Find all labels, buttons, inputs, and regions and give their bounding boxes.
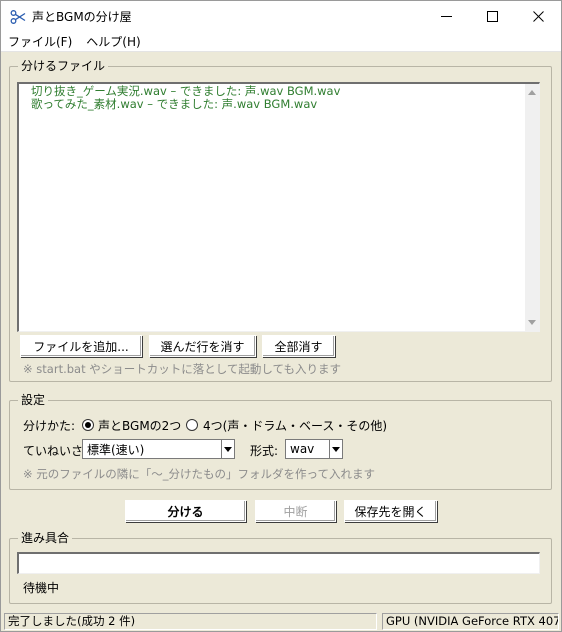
window-title: 声とBGMの分け屋	[32, 10, 132, 24]
settings-group: 設定 分けかた: 声とBGMの2つ 4つ(声・ドラム・ベース・その他) ていねい…	[9, 393, 552, 490]
status-bar: 完了しました(成功 2 件) GPU (NVIDIA GeForce RTX 4…	[1, 612, 561, 631]
split-two-radio[interactable]	[82, 419, 94, 431]
main-window: 声とBGMの分け屋 ファイル(F) ヘルプ(H) 分けるファイル 切り抜き_ゲー…	[0, 0, 562, 632]
menu-help[interactable]: ヘルプ(H)	[79, 33, 147, 50]
close-button[interactable]	[515, 1, 561, 32]
menu-bar: ファイル(F) ヘルプ(H)	[1, 32, 561, 52]
split-four-label[interactable]: 4つ(声・ドラム・ベース・その他)	[203, 417, 387, 434]
minimize-button[interactable]	[423, 1, 469, 32]
maximize-button[interactable]	[469, 1, 515, 32]
file-list[interactable]: 切り抜き_ゲーム実況.wav – できました: 声.wav BGM.wav 歌っ…	[17, 82, 540, 332]
split-four-radio[interactable]	[186, 419, 198, 431]
file-list-scrollbar[interactable]	[525, 84, 539, 331]
progress-group: 進み具合 待機中	[9, 531, 552, 604]
quality-label: ていねいさ:	[23, 444, 88, 458]
split-button[interactable]: 分ける	[125, 500, 246, 522]
app-scissors-icon	[10, 9, 26, 24]
format-select[interactable]: wav	[285, 439, 343, 459]
scroll-down-arrow-icon[interactable]	[527, 317, 537, 327]
format-select-value: wav	[290, 442, 315, 456]
file-list-item[interactable]: 歌ってみた_素材.wav – できました: 声.wav BGM.wav	[31, 98, 340, 111]
menu-file[interactable]: ファイル(F)	[1, 33, 79, 50]
close-icon	[532, 11, 544, 22]
progress-status: 待機中	[23, 581, 60, 595]
progress-bar	[17, 552, 540, 574]
title-bar: 声とBGMの分け屋	[1, 1, 561, 32]
files-hint: ※ start.bat やショートカットに落として起動しても入ります	[23, 362, 341, 376]
split-two-label[interactable]: 声とBGMの2つ	[98, 417, 181, 434]
progress-group-title: 進み具合	[18, 531, 73, 545]
settings-group-title: 設定	[18, 393, 49, 407]
maximize-icon	[486, 11, 498, 22]
quality-select-value: 標準(速い)	[87, 442, 145, 457]
settings-hint: ※ 元のファイルの隣に「～_分けたもの」フォルダを作って入れます	[23, 467, 375, 481]
quality-select[interactable]: 標準(速い)	[82, 439, 235, 459]
open-output-button[interactable]: 保存先を開く	[344, 500, 437, 522]
format-label: 形式:	[250, 444, 279, 458]
add-file-button[interactable]: ファイルを追加...	[20, 335, 142, 357]
split-method-label: 分けかた:	[23, 419, 76, 433]
files-group: 分けるファイル 切り抜き_ゲーム実況.wav – できました: 声.wav BG…	[9, 59, 552, 382]
stop-button[interactable]: 中断	[255, 500, 336, 522]
format-chevron-down-icon[interactable]	[329, 440, 342, 458]
status-message: 完了しました(成功 2 件)	[4, 613, 377, 630]
clear-all-button[interactable]: 全部消す	[262, 335, 335, 357]
status-gpu: GPU (NVIDIA GeForce RTX 4070)	[382, 613, 559, 630]
minimize-icon	[440, 16, 452, 17]
files-group-title: 分けるファイル	[18, 59, 109, 73]
scroll-up-arrow-icon[interactable]	[527, 88, 537, 98]
quality-chevron-down-icon[interactable]	[221, 440, 234, 458]
remove-selected-button[interactable]: 選んだ行を消す	[149, 335, 256, 357]
